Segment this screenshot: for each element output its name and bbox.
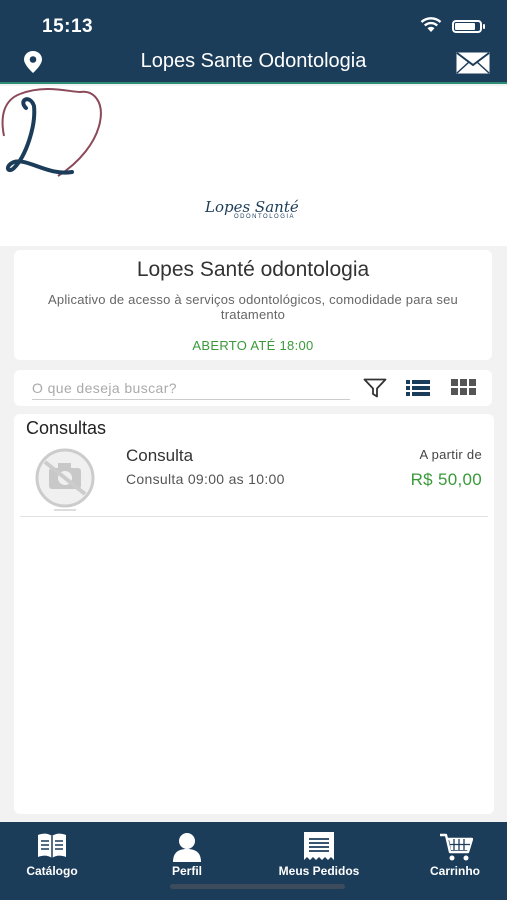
tab-label: Perfil <box>171 864 202 878</box>
tab-label: Meus Pedidos <box>278 864 360 878</box>
search-input[interactable] <box>32 376 350 400</box>
tab-label: Catálogo <box>26 864 78 878</box>
product-description: Consulta 09:00 as 10:00 <box>126 471 285 487</box>
tab-label: Carrinho <box>429 864 480 878</box>
user-icon <box>173 833 201 862</box>
tab-catalogo[interactable]: Catálogo <box>2 822 102 884</box>
status-bar: 15:13 <box>0 0 507 40</box>
product-item[interactable]: Consulta Consulta 09:00 as 10:00 A parti… <box>20 444 488 517</box>
search-bar <box>14 370 492 406</box>
no-photo-icon <box>35 448 95 511</box>
tab-meus-pedidos[interactable]: Meus Pedidos <box>269 822 369 884</box>
category-title: Consultas <box>26 418 107 438</box>
filter-icon[interactable] <box>363 378 387 398</box>
catalog-panel: Consultas Consulta Consulta 09:00 as 10:… <box>14 414 494 814</box>
tab-perfil[interactable]: Perfil <box>137 822 237 884</box>
tab-carrinho[interactable]: Carrinho <box>405 822 505 884</box>
store-description: Aplicativo de acesso à serviços odontoló… <box>48 292 458 322</box>
book-icon <box>38 833 66 858</box>
receipt-icon <box>304 832 334 860</box>
opening-hours: ABERTO ATÉ 18:00 <box>192 338 314 353</box>
logo-mark: L <box>1 87 102 177</box>
wifi-icon <box>420 17 442 32</box>
brand-subtitle: ODONTOLOGIA <box>234 214 296 220</box>
nav-bar: Lopes Sante Odontologia <box>0 40 507 84</box>
cart-icon <box>440 833 473 861</box>
store-name: Lopes Santé odontologia <box>136 258 370 281</box>
product-price: R$ 50,00 <box>410 470 482 489</box>
grid-view-icon[interactable] <box>451 379 477 397</box>
battery-icon <box>452 20 485 33</box>
price-prefix: A partir de <box>419 447 482 462</box>
envelope-icon[interactable] <box>456 52 490 74</box>
page-title: Lopes Sante Odontologia <box>140 50 367 72</box>
status-time: 15:13 <box>42 16 94 37</box>
store-banner: L Lopes Santé ODONTOLOGIA <box>0 86 507 246</box>
store-info-card: Lopes Santé odontologia Aplicativo de ac… <box>14 250 492 360</box>
home-indicator[interactable] <box>170 884 345 889</box>
product-name: Consulta <box>126 446 194 465</box>
list-view-icon[interactable] <box>406 379 430 397</box>
